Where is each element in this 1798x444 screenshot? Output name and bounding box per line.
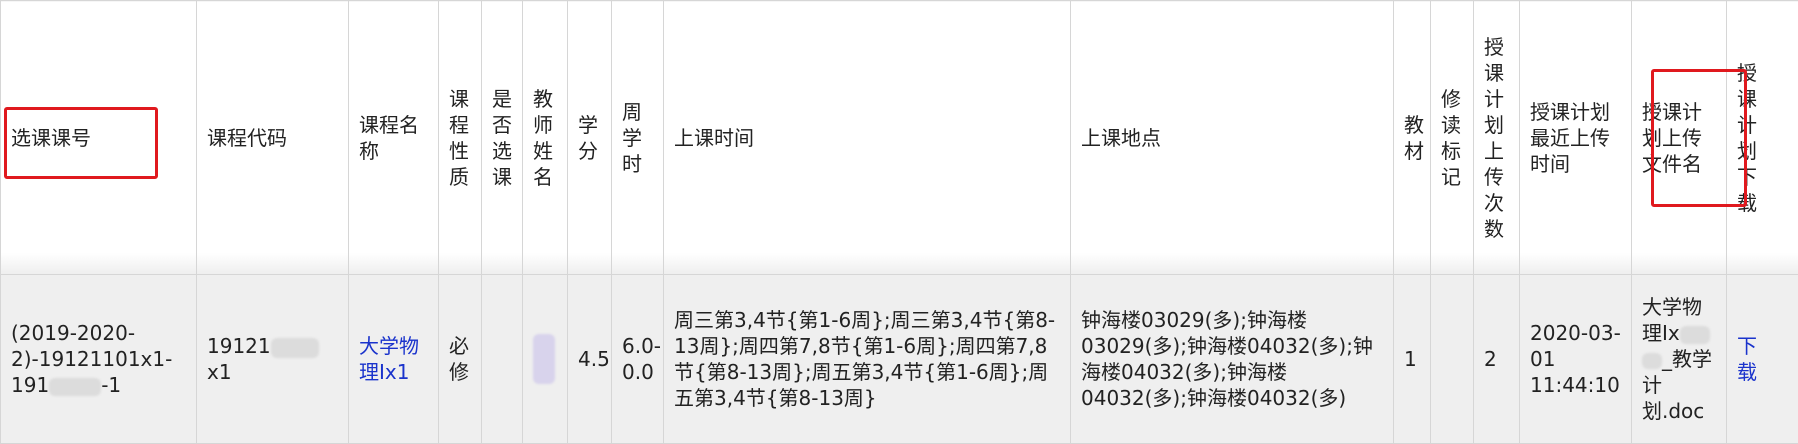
header-selection-id[interactable]: 选课课号	[1, 1, 197, 275]
header-class-time[interactable]: 上课时间	[664, 1, 1071, 275]
selection-id-part-b: -1	[101, 373, 121, 397]
cell-credits: 4.5	[568, 275, 612, 444]
cell-is-selected	[482, 275, 523, 444]
selection-id-line2: 2)-19121101x1-	[11, 346, 186, 372]
file-name-line5: 划.doc	[1642, 398, 1716, 424]
header-upload-file-name[interactable]: 授课计 划上传 文件名	[1632, 1, 1727, 275]
selection-id-line1: (2019-2020-	[11, 320, 186, 346]
header-location[interactable]: 上课地点	[1071, 1, 1394, 275]
header-course-name[interactable]: 课程名 称	[349, 1, 439, 275]
file-name-line4: 计	[1642, 372, 1716, 398]
redaction-blur	[1642, 353, 1662, 369]
course-code-part-b: x1	[207, 360, 232, 384]
header-teacher-name[interactable]: 教 师 姓 名	[523, 1, 568, 275]
file-name-line1: 大学物	[1642, 294, 1716, 320]
file-name-part: 理Ix	[1642, 321, 1680, 345]
cell-study-mark	[1431, 275, 1474, 444]
header-is-selected[interactable]: 是 否 选 课	[482, 1, 523, 275]
file-name-line2: 理Ix	[1642, 320, 1716, 346]
course-code-part-a: 19121	[207, 334, 271, 358]
cell-course-type: 必 修	[439, 275, 482, 444]
cell-weekly-hours: 6.0- 0.0	[612, 275, 664, 444]
cell-last-upload-time: 2020-03- 01 11:44:10	[1520, 275, 1632, 444]
cell-upload-count: 2	[1474, 275, 1520, 444]
header-credits[interactable]: 学 分	[568, 1, 612, 275]
table-row: (2019-2020- 2)-19121101x1- 191 -1 19121x1…	[1, 275, 1798, 444]
course-name-link[interactable]: 大学物 理Ix1	[359, 334, 419, 384]
header-upload-count[interactable]: 授 课 计 划 上 传 次 数	[1474, 1, 1520, 275]
cell-class-time: 周三第3,4节{第1-6周};周三第3,4节{第8-13周};周四第7,8节{第…	[664, 275, 1071, 444]
header-row: 选课课号 课程代码 课程名 称 课 程 性 质 是 否 选 课 教 师 姓 名 …	[1, 1, 1798, 275]
course-table-wrapper: 选课课号 课程代码 课程名 称 课 程 性 质 是 否 选 课 教 师 姓 名 …	[0, 0, 1798, 443]
header-textbook[interactable]: 教 材	[1394, 1, 1431, 275]
download-link[interactable]: 下 载	[1737, 334, 1757, 384]
cell-teacher-name	[523, 275, 568, 444]
header-plan-download[interactable]: 授 课 计 划 下 载	[1727, 1, 1798, 275]
file-name-line3: _教学	[1642, 346, 1716, 372]
redaction-blur	[49, 378, 101, 396]
header-weekly-hours[interactable]: 周学 时	[612, 1, 664, 275]
redaction-blur	[271, 338, 319, 358]
cell-plan-download[interactable]: 下 载	[1727, 275, 1798, 444]
course-table: 选课课号 课程代码 课程名 称 课 程 性 质 是 否 选 课 教 师 姓 名 …	[0, 0, 1798, 444]
selection-id-line3: 191 -1	[11, 372, 186, 398]
header-last-upload-time[interactable]: 授课计划 最近上传 时间	[1520, 1, 1632, 275]
header-study-mark[interactable]: 修 读 标 记	[1431, 1, 1474, 275]
header-course-type[interactable]: 课 程 性 质	[439, 1, 482, 275]
cell-selection-id: (2019-2020- 2)-19121101x1- 191 -1	[1, 275, 197, 444]
redaction-blur	[533, 334, 555, 384]
selection-id-part-a: 191	[11, 373, 49, 397]
header-course-code[interactable]: 课程代码	[197, 1, 349, 275]
cell-upload-file-name: 大学物 理Ix _教学 计 划.doc	[1632, 275, 1727, 444]
cell-course-name[interactable]: 大学物 理Ix1	[349, 275, 439, 444]
cell-course-code: 19121x1	[197, 275, 349, 444]
cell-textbook: 1	[1394, 275, 1431, 444]
cell-location: 钟海楼03029(多);钟海楼03029(多);钟海楼04032(多);钟海楼0…	[1071, 275, 1394, 444]
redaction-blur	[1680, 326, 1710, 344]
file-name-part: _教学	[1662, 347, 1712, 371]
